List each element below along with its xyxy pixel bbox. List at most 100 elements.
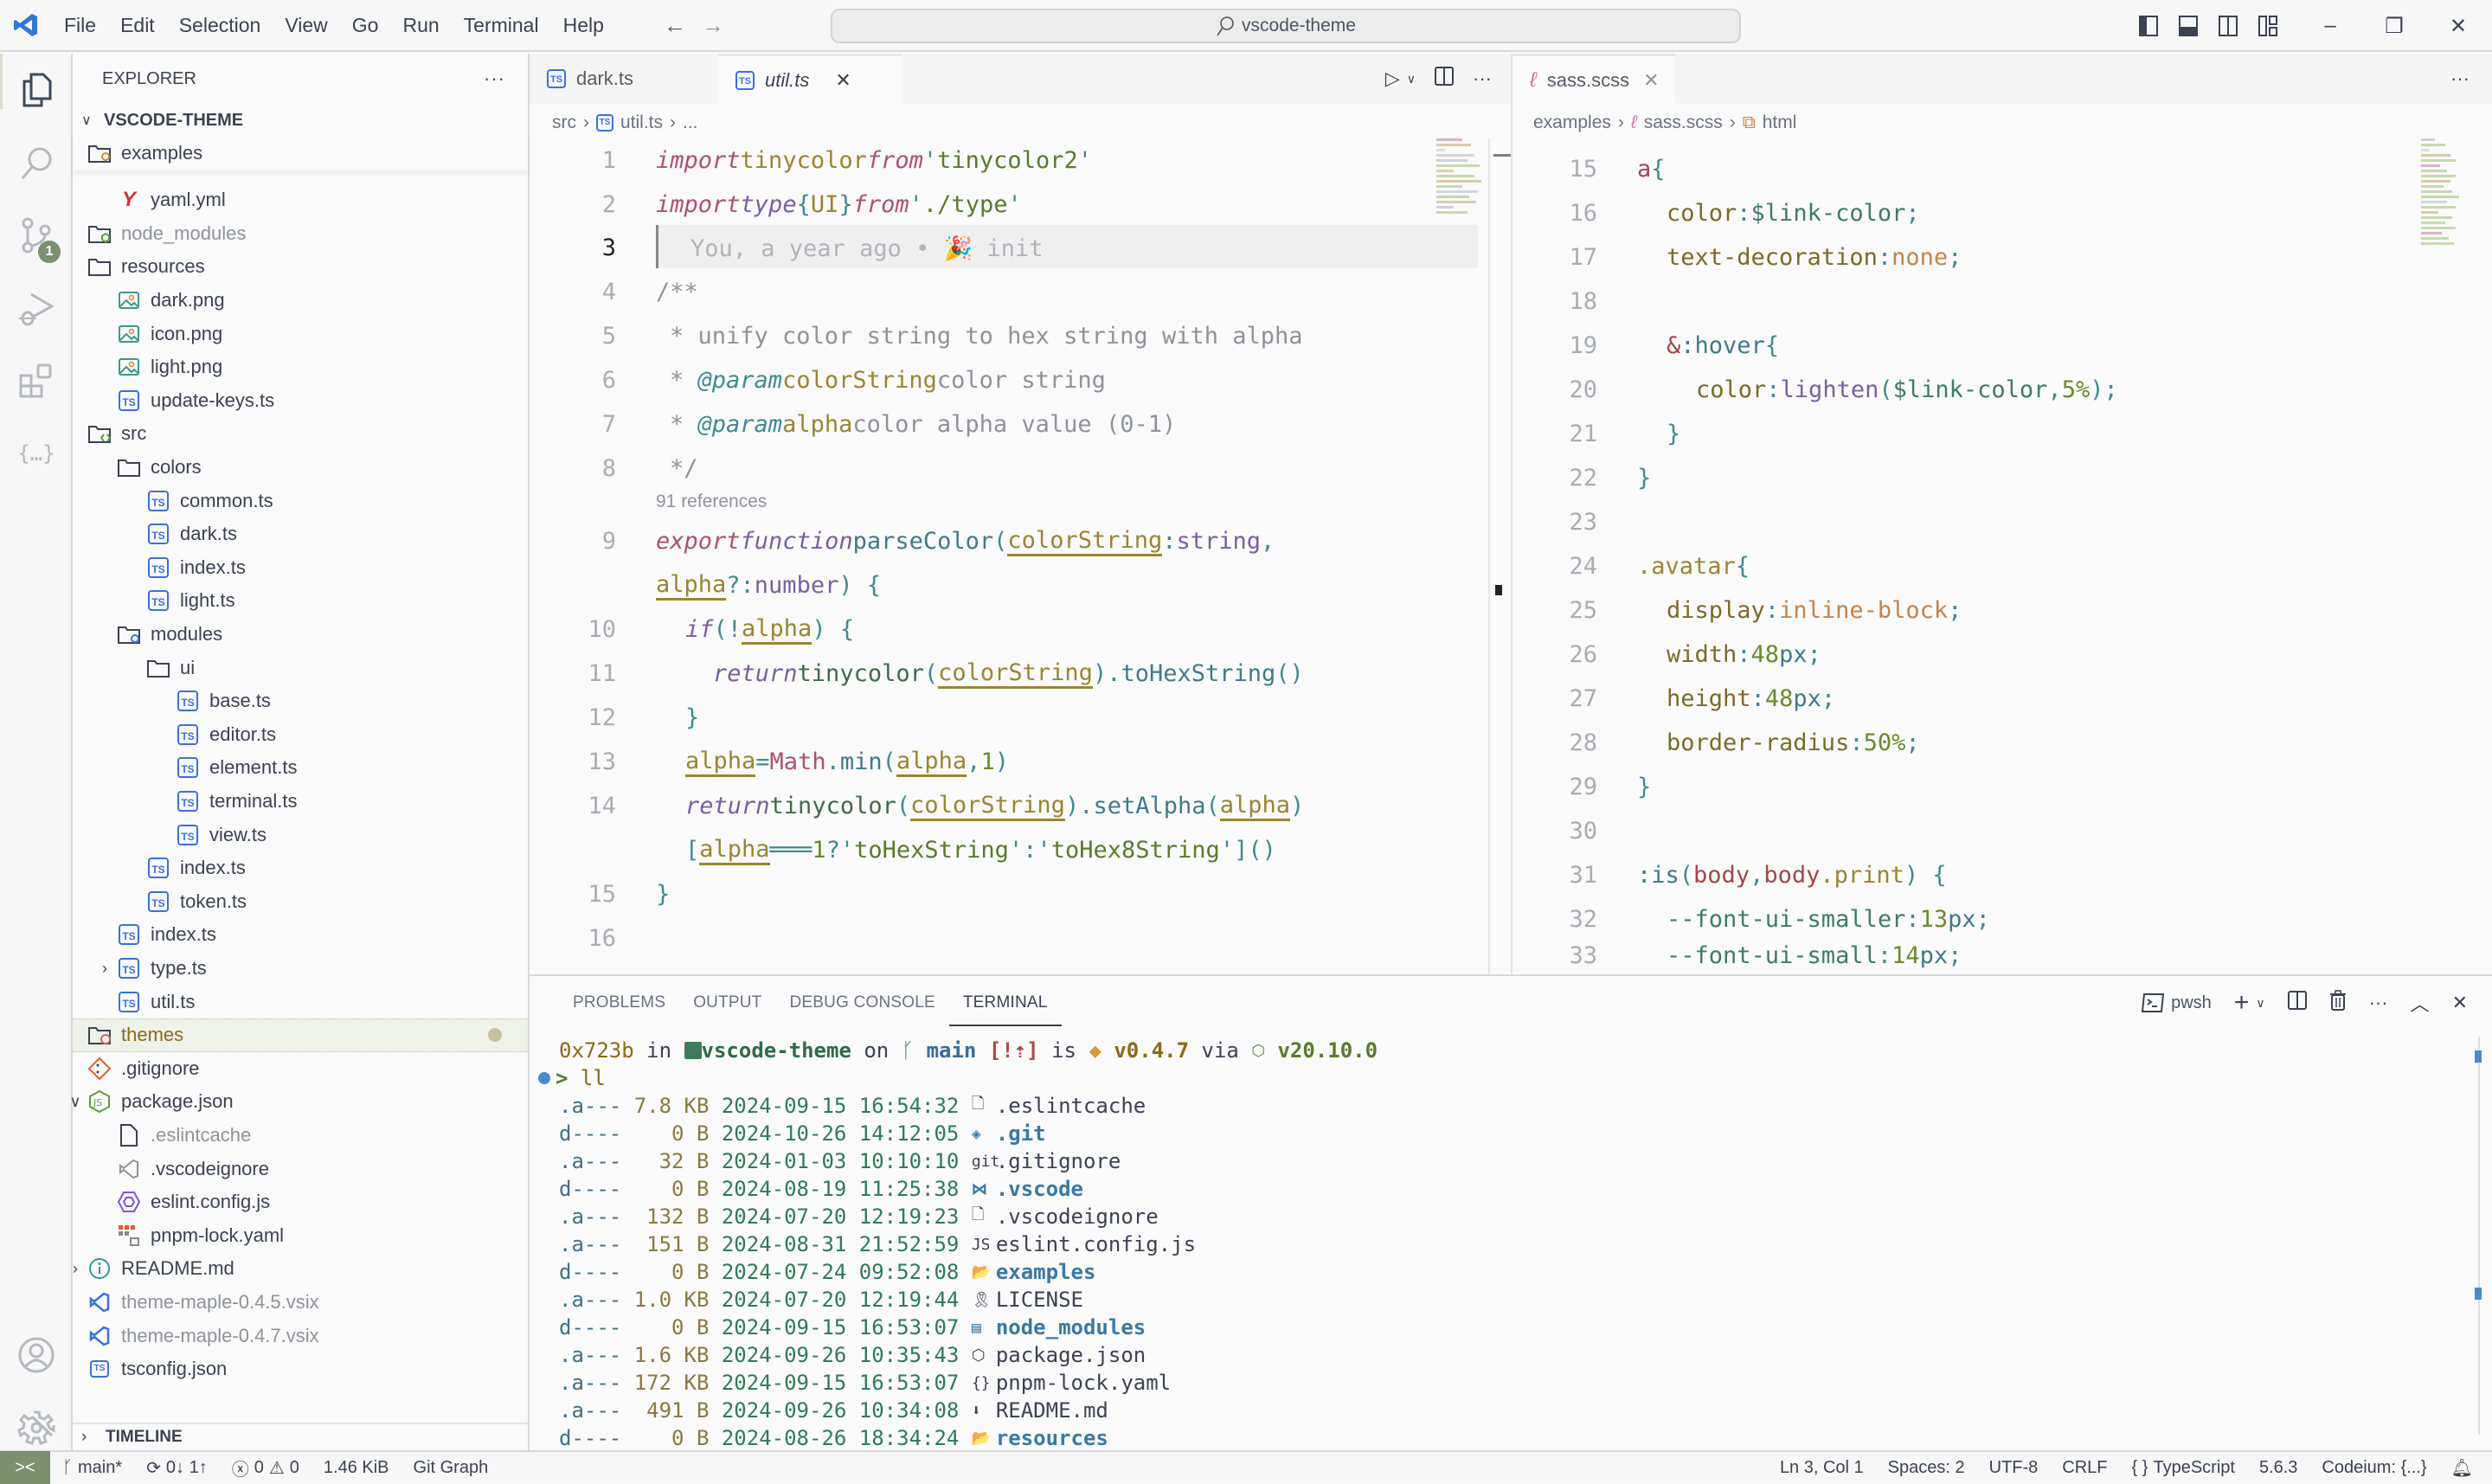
tree-item[interactable]: themes xyxy=(73,1018,528,1052)
tree-item[interactable]: › TS type.ts xyxy=(73,952,528,986)
tree-item[interactable]: ui xyxy=(73,651,528,684)
tree-item[interactable]: .gitignore xyxy=(73,1052,528,1086)
chevron-right-icon[interactable]: › xyxy=(66,1260,85,1278)
trash-icon[interactable] xyxy=(2329,990,2347,1016)
maximize-panel-icon[interactable]: ︿ xyxy=(2411,989,2430,1017)
status-eol[interactable]: CRLF xyxy=(2050,1458,2119,1478)
customize-layout-icon[interactable] xyxy=(2248,16,2288,36)
command-center-search[interactable]: vscode-theme xyxy=(831,9,1741,43)
command-decoration-icon[interactable] xyxy=(538,1072,550,1084)
menu-selection[interactable]: Selection xyxy=(167,0,273,51)
tree-item[interactable]: TS index.ts xyxy=(73,918,528,952)
tree-item[interactable]: dark.png xyxy=(73,284,528,318)
tree-item[interactable]: TS light.ts xyxy=(73,584,528,618)
chevron-right-icon[interactable]: › xyxy=(95,960,114,978)
tree-item[interactable]: .eslintcache xyxy=(73,1119,528,1153)
menu-edit[interactable]: Edit xyxy=(108,0,167,51)
editor2-minimap[interactable] xyxy=(2421,138,2470,467)
breadcrumb-item[interactable]: examples xyxy=(1533,112,1611,133)
tree-item[interactable]: TS dark.ts xyxy=(73,517,528,551)
close-panel-icon[interactable]: ✕ xyxy=(2452,992,2468,1014)
tree-item[interactable]: resources xyxy=(73,250,528,284)
breadcrumb-item[interactable]: util.ts xyxy=(620,112,663,133)
forward-arrow-icon[interactable]: → xyxy=(694,12,732,39)
tree-item[interactable]: .vscodeignore xyxy=(73,1152,528,1185)
back-arrow-icon[interactable]: ← xyxy=(656,12,694,39)
editor1-code[interactable]: 1 import tinycolor from ' tinycolor2 ' 2 imp… xyxy=(530,138,1488,969)
tab-terminal[interactable]: TERMINAL xyxy=(948,993,1062,1026)
tree-item[interactable]: light.png xyxy=(73,350,528,384)
remote-indicator-icon[interactable]: >< xyxy=(0,1451,50,1484)
tab-debug-console[interactable]: DEBUG CONSOLE xyxy=(776,993,949,1026)
activity-explorer[interactable] xyxy=(0,54,73,126)
tree-item[interactable]: TS element.ts xyxy=(73,751,528,785)
status-problems[interactable]: ⓧ 0 ⚠ 0 xyxy=(220,1455,312,1481)
breadcrumb-item[interactable]: src xyxy=(552,112,576,133)
terminal-output[interactable]: 0x723b in vscode-theme on ᚴ main [!⇡] is… xyxy=(538,1037,1378,1452)
workspace-root[interactable]: ∨ VSCODE-THEME xyxy=(73,104,528,137)
status-language[interactable]: { } TypeScript xyxy=(2120,1458,2247,1478)
tree-item[interactable]: TS util.ts xyxy=(73,985,528,1018)
tree-item[interactable]: src xyxy=(73,417,528,451)
status-sync[interactable]: ⟳ 0↓ 1↑ xyxy=(134,1457,220,1479)
tree-item[interactable]: colors xyxy=(73,451,528,485)
split-terminal-icon[interactable] xyxy=(2287,991,2307,1015)
tree-item[interactable]: pnpm-lock.yaml xyxy=(73,1219,528,1253)
more-actions-icon[interactable]: ··· xyxy=(484,67,505,90)
tree-item[interactable]: modules xyxy=(73,618,528,652)
tree-item[interactable]: TS view.ts xyxy=(73,818,528,851)
terminal-dropdown-icon[interactable]: ∨ xyxy=(2256,996,2264,1011)
menu-help[interactable]: Help xyxy=(551,0,616,51)
tree-item[interactable]: TS update-keys.ts xyxy=(73,384,528,418)
run-dropdown-icon[interactable]: ∨ xyxy=(1407,72,1416,87)
tab-util-ts[interactable]: TS util.ts ✕ xyxy=(718,54,902,104)
terminal-shell-selector[interactable]: pwsh xyxy=(2142,993,2212,1013)
tree-item[interactable]: icon.png xyxy=(73,317,528,350)
more-actions-icon[interactable]: ··· xyxy=(2369,992,2388,1014)
status-encoding[interactable]: UTF-8 xyxy=(1977,1458,2051,1478)
chevron-down-icon[interactable]: ∨ xyxy=(66,1093,85,1111)
tree-item[interactable]: node_modules xyxy=(73,217,528,251)
tree-item[interactable]: TS index.ts xyxy=(73,551,528,585)
split-editor-icon[interactable] xyxy=(1435,67,1455,91)
tree-item[interactable]: theme-maple-0.4.5.vsix xyxy=(73,1286,528,1320)
close-window-icon[interactable]: ✕ xyxy=(2426,14,2490,39)
more-actions-icon[interactable]: ··· xyxy=(1473,67,1492,90)
menu-file[interactable]: File xyxy=(52,0,108,51)
close-tab-icon[interactable]: ✕ xyxy=(1643,69,1659,92)
tab-output[interactable]: OUTPUT xyxy=(679,993,775,1026)
editor2-code[interactable]: 15 a { 16 color: $link-color; 17 text-decor… xyxy=(1513,147,2412,969)
tab-sass-scss[interactable]: ℓ sass.scss ✕ xyxy=(1513,54,1675,104)
tab-problems[interactable]: PROBLEMS xyxy=(559,993,679,1026)
code-lens-references[interactable]: 91 references xyxy=(656,491,767,512)
activity-accounts[interactable] xyxy=(0,1319,73,1391)
activity-search[interactable] xyxy=(0,126,73,199)
tree-item[interactable]: TS base.ts xyxy=(73,684,528,718)
tree-item[interactable]: TS terminal.ts xyxy=(73,785,528,819)
minimize-icon[interactable]: – xyxy=(2298,14,2362,38)
tree-item[interactable]: TS editor.ts xyxy=(73,718,528,752)
more-actions-icon[interactable]: ··· xyxy=(2450,54,2492,104)
new-terminal-icon[interactable]: + xyxy=(2234,988,2250,1018)
activity-run-debug[interactable] xyxy=(0,272,73,344)
json-viewer-icon[interactable]: {…} xyxy=(0,417,73,490)
tree-item[interactable]: TS index.ts xyxy=(73,851,528,885)
timeline-section[interactable]: › TIMELINE xyxy=(73,1423,528,1450)
tree-item[interactable]: eslint.config.js xyxy=(73,1185,528,1219)
restore-icon[interactable]: ❐ xyxy=(2362,14,2426,39)
breadcrumb-item[interactable]: sass.scss xyxy=(1644,112,1723,133)
run-icon[interactable]: ▷ xyxy=(1385,67,1400,90)
close-tab-icon[interactable]: ✕ xyxy=(835,69,851,92)
tree-item[interactable]: examples xyxy=(73,137,528,170)
tab-dark-ts[interactable]: TS dark.ts xyxy=(530,54,718,104)
menu-go[interactable]: Go xyxy=(340,0,391,51)
toggle-secondary-sidebar-icon[interactable] xyxy=(2208,16,2248,36)
breadcrumb-item[interactable]: ... xyxy=(683,112,698,133)
tree-item[interactable]: ∨ JS package.json xyxy=(69,1085,528,1119)
status-ts-version[interactable]: 5.6.3 xyxy=(2247,1458,2309,1478)
toggle-primary-sidebar-icon[interactable] xyxy=(2129,16,2168,36)
terminal-scrollbar[interactable] xyxy=(2478,1037,2480,1435)
activity-extensions[interactable] xyxy=(0,344,73,417)
menu-view[interactable]: View xyxy=(273,0,339,51)
tree-item[interactable]: › README.md xyxy=(73,1252,528,1286)
